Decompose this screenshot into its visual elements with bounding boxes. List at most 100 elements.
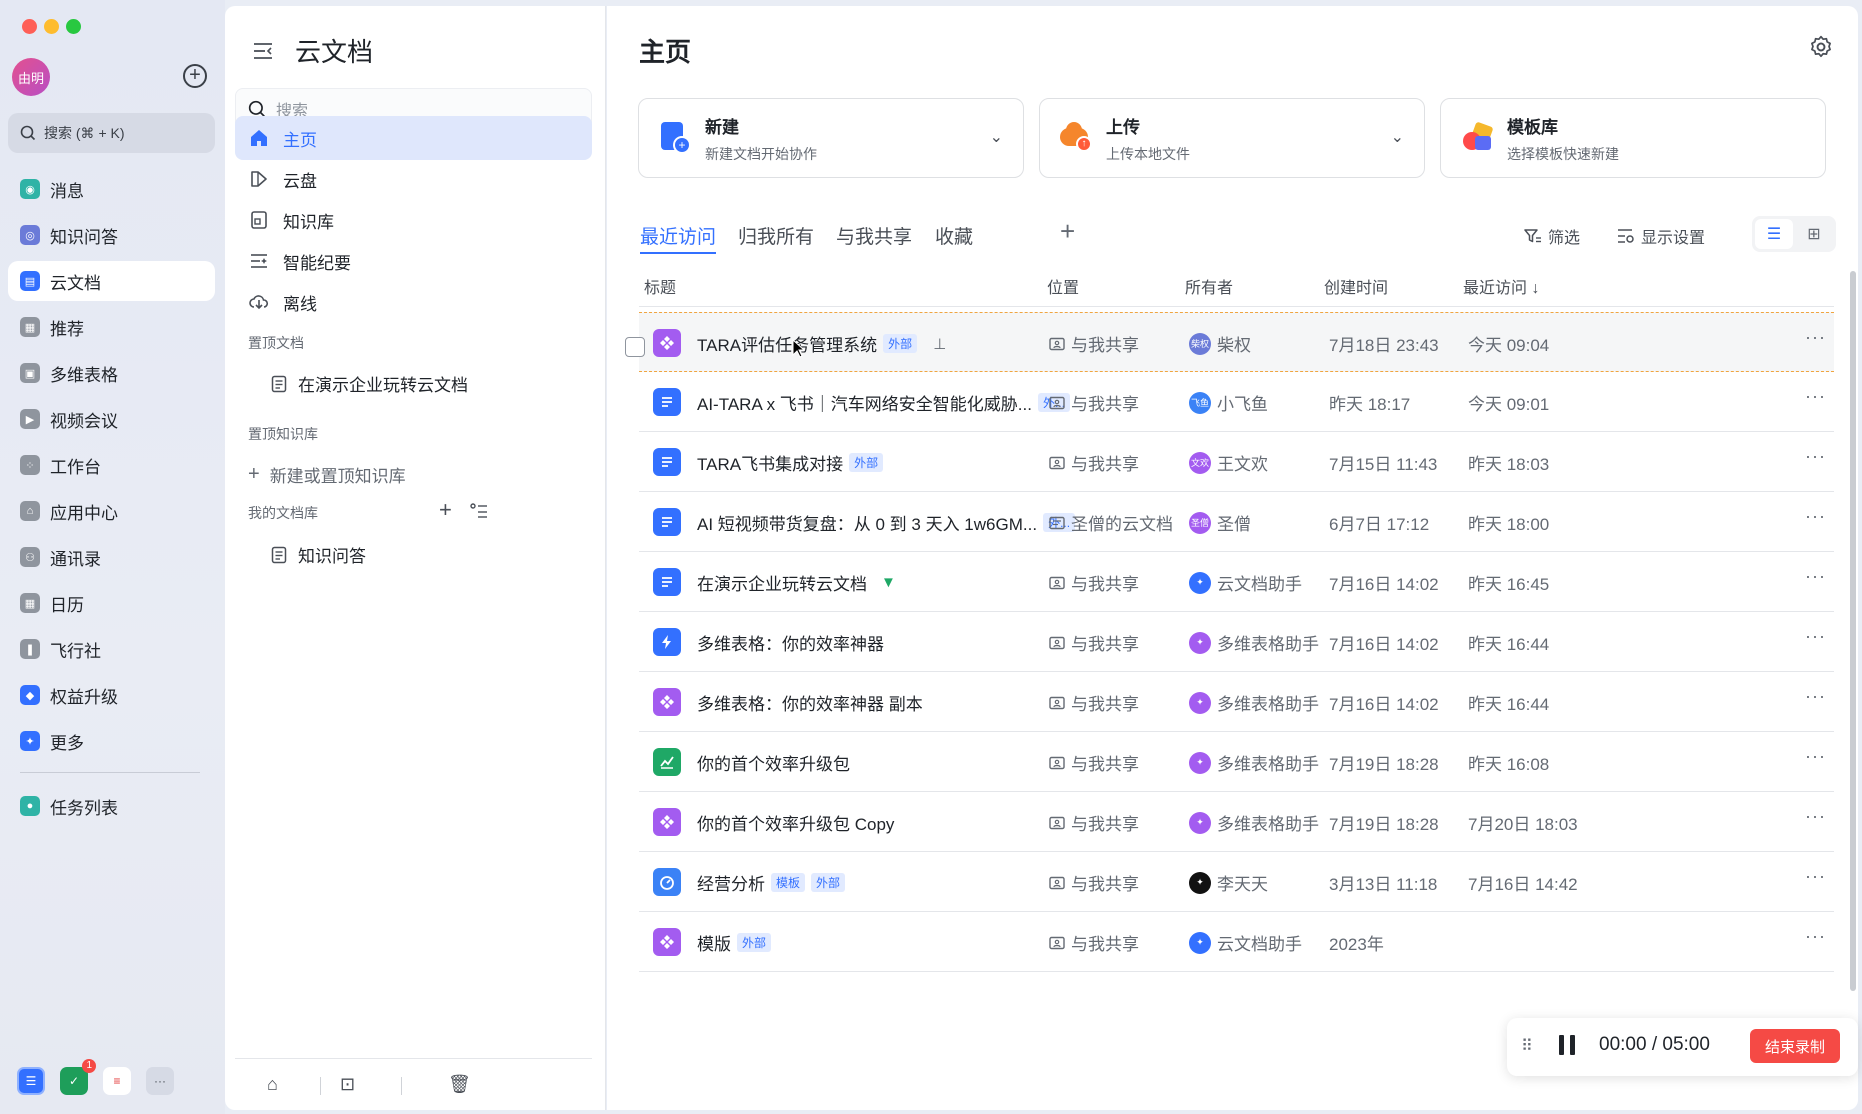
- more-actions-icon[interactable]: ···: [1805, 506, 1826, 527]
- rail-item-calendar[interactable]: ▦ 日历: [8, 583, 215, 623]
- collapse-sidebar-icon[interactable]: [253, 42, 273, 60]
- more-actions-icon[interactable]: ···: [1805, 926, 1826, 947]
- sidebar-item-wiki[interactable]: 知识库: [235, 198, 592, 242]
- folder-doc-icon: [1049, 516, 1065, 529]
- rail-item-cloud-doc[interactable]: ▤ 云文档: [8, 261, 215, 301]
- row-location: 与我共享: [1071, 935, 1139, 954]
- more-icon[interactable]: ···: [146, 1067, 174, 1095]
- more-actions-icon[interactable]: ···: [1805, 746, 1826, 767]
- offline-icon: [249, 292, 269, 312]
- table-row[interactable]: AI 短视频带货复盘：从 0 到 3 天入 1w6GM... 外... 圣僧的云文档…: [639, 492, 1834, 552]
- rail-item-base[interactable]: ▣ 多维表格: [8, 353, 215, 393]
- rail-item-label: 通讯录: [50, 549, 101, 569]
- table-row[interactable]: 模版 外部 与我共享 ✦ 云文档助手 2023年 ···: [639, 912, 1834, 972]
- row-created: 7月16日 14:02: [1329, 635, 1439, 654]
- table-row[interactable]: AI-TARA x 飞书｜汽车网络安全智能化威胁... 外... 与我共享 飞鱼 小飞鱼…: [639, 372, 1834, 432]
- row-created: 昨天 18:17: [1329, 395, 1411, 414]
- new-doc-card[interactable]: + 新建 新建文档开始协作 ⌄: [638, 98, 1024, 178]
- table-row[interactable]: 多维表格：你的效率神器 与我共享 ✦ 多维表格助手 7月16日 14:02 昨天 16:4…: [639, 612, 1834, 672]
- minimize-window-button[interactable]: [44, 19, 59, 34]
- table-row[interactable]: 你的首个效率升级包 与我共享 ✦ 多维表格助手 7月19日 18:28 昨天 16:08 ·…: [639, 732, 1834, 792]
- scrollbar[interactable]: [1850, 271, 1856, 991]
- table-row[interactable]: TARA评估任务管理系统 外部 ⊥ 与我共享 柴权 柴权 7月18日 23:43 今天 09:…: [625, 312, 1834, 372]
- upgrade-icon: ◆: [20, 685, 40, 705]
- rail-item-workplace[interactable]: ⁘ 工作台: [8, 445, 215, 485]
- add-tab-icon[interactable]: +: [1060, 216, 1075, 247]
- row-checkbox[interactable]: [625, 337, 645, 357]
- row-owner: 云文档助手: [1217, 575, 1302, 594]
- stop-recording-button[interactable]: 结束录制: [1750, 1029, 1840, 1063]
- archive-icon[interactable]: ⌂: [267, 1074, 278, 1095]
- pin-icon[interactable]: ⊥: [933, 335, 946, 353]
- sidebar-item-drive[interactable]: 云盘: [235, 157, 592, 201]
- column-created[interactable]: 创建时间: [1324, 274, 1388, 298]
- global-search-button[interactable]: 搜索 (⌘ + K): [8, 113, 215, 153]
- tab-owned[interactable]: 归我所有: [738, 222, 814, 249]
- rail-item-label: 多维表格: [50, 365, 118, 385]
- avatar[interactable]: 由明: [12, 58, 50, 96]
- row-title: 经营分析: [697, 875, 765, 894]
- tab-recent[interactable]: 最近访问: [640, 222, 716, 249]
- gear-icon[interactable]: [1808, 34, 1834, 60]
- row-location: 圣僧的云文档: [1071, 515, 1173, 534]
- display-settings-button[interactable]: 显示设置: [1617, 224, 1705, 248]
- close-window-button[interactable]: [22, 19, 37, 34]
- add-library-icon[interactable]: +: [439, 497, 452, 523]
- upload-card[interactable]: ↑ 上传 上传本地文件 ⌄: [1039, 98, 1425, 178]
- pinned-doc-item[interactable]: 在演示企业玩转云文档: [270, 371, 468, 396]
- more-actions-icon[interactable]: ···: [1805, 866, 1826, 887]
- column-visited[interactable]: 最近访问 ↓: [1463, 274, 1539, 298]
- table-row[interactable]: 经营分析 模板 外部 与我共享 ✦ 李天天 3月13日 11:18 7月16日 14:42 ··…: [639, 852, 1834, 912]
- library-list-icon[interactable]: [470, 503, 488, 519]
- rail-item-flyer[interactable]: ❚ 飞行社: [8, 629, 215, 669]
- rail-item-app-center[interactable]: ⌂ 应用中心: [8, 491, 215, 531]
- table-row[interactable]: 在演示企业玩转云文档 ▼ 与我共享 ✦ 云文档助手 7月16日 14:02 昨天 16:45…: [639, 552, 1834, 612]
- docs-app-icon[interactable]: ☰: [17, 1067, 45, 1095]
- table-row[interactable]: TARA飞书集成对接 外部 与我共享 文欢 王文欢 7月15日 11:43 昨天 18:03…: [639, 432, 1834, 492]
- more-actions-icon[interactable]: ···: [1805, 327, 1826, 348]
- grid-view-icon[interactable]: ⊞: [1795, 219, 1833, 249]
- rail-item-recommend[interactable]: ▦ 推荐: [8, 307, 215, 347]
- rail-item-contacts[interactable]: ⚇ 通讯录: [8, 537, 215, 577]
- rail-item-message[interactable]: ◉ 消息: [8, 169, 215, 209]
- pause-icon[interactable]: [1557, 1033, 1577, 1057]
- more-actions-icon[interactable]: ···: [1805, 626, 1826, 647]
- more-actions-icon[interactable]: ···: [1805, 566, 1826, 587]
- maximize-window-button[interactable]: [66, 19, 81, 34]
- chevron-down-icon[interactable]: ⌄: [990, 127, 1003, 147]
- sidebar-item-offline[interactable]: 离线: [235, 280, 592, 324]
- row-created: 2023年: [1329, 935, 1384, 954]
- drag-handle-icon[interactable]: ⠿: [1521, 1036, 1533, 1056]
- trash-icon[interactable]: 🗑: [448, 1074, 471, 1095]
- rail-item-upgrade[interactable]: ◆ 权益升级: [8, 675, 215, 715]
- tab-shared[interactable]: 与我共享: [836, 222, 912, 249]
- more-actions-icon[interactable]: ···: [1805, 446, 1826, 467]
- more-actions-icon[interactable]: ···: [1805, 386, 1826, 407]
- rail-item-tasks[interactable]: ● 任务列表: [8, 786, 215, 826]
- bag-icon[interactable]: ⊡: [340, 1074, 355, 1095]
- rail-item-more-apps[interactable]: ✦ 更多: [8, 721, 215, 761]
- more-actions-icon[interactable]: ···: [1805, 686, 1826, 707]
- library-item[interactable]: 知识问答: [270, 542, 366, 567]
- table-row[interactable]: 你的首个效率升级包 Copy 与我共享 ✦ 多维表格助手 7月19日 18:28 7月20…: [639, 792, 1834, 852]
- row-location: 与我共享: [1071, 455, 1139, 474]
- checklist-app-icon[interactable]: ✓ 1: [60, 1059, 96, 1095]
- sidebar-title: 云文档: [295, 37, 374, 67]
- sidebar-item-home[interactable]: 主页: [235, 116, 592, 160]
- row-created: 7月18日 23:43: [1329, 336, 1439, 355]
- new-pinned-wiki-button[interactable]: + 新建或置顶知识库: [248, 462, 406, 487]
- rail-item-qa[interactable]: ◎ 知识问答: [8, 215, 215, 255]
- tab-favorites[interactable]: 收藏: [935, 222, 973, 249]
- template-card[interactable]: 模板库 选择模板快速新建: [1440, 98, 1826, 178]
- table-row[interactable]: 多维表格：你的效率神器 副本 与我共享 ✦ 多维表格助手 7月16日 14:02 昨天 1…: [639, 672, 1834, 732]
- pinned-icon[interactable]: ▼: [881, 574, 896, 591]
- more-actions-icon[interactable]: ···: [1805, 806, 1826, 827]
- chevron-down-icon[interactable]: ⌄: [1391, 127, 1404, 147]
- list-view-icon[interactable]: ☰: [1755, 219, 1793, 249]
- sidebar-item-minutes[interactable]: 智能纪要: [235, 239, 592, 283]
- pdf-app-icon[interactable]: ≡: [103, 1067, 131, 1095]
- add-icon[interactable]: +: [183, 64, 207, 88]
- sidebar-item-label: 云盘: [283, 171, 317, 191]
- filter-button[interactable]: 筛选: [1524, 224, 1580, 248]
- rail-item-video[interactable]: ▶ 视频会议: [8, 399, 215, 439]
